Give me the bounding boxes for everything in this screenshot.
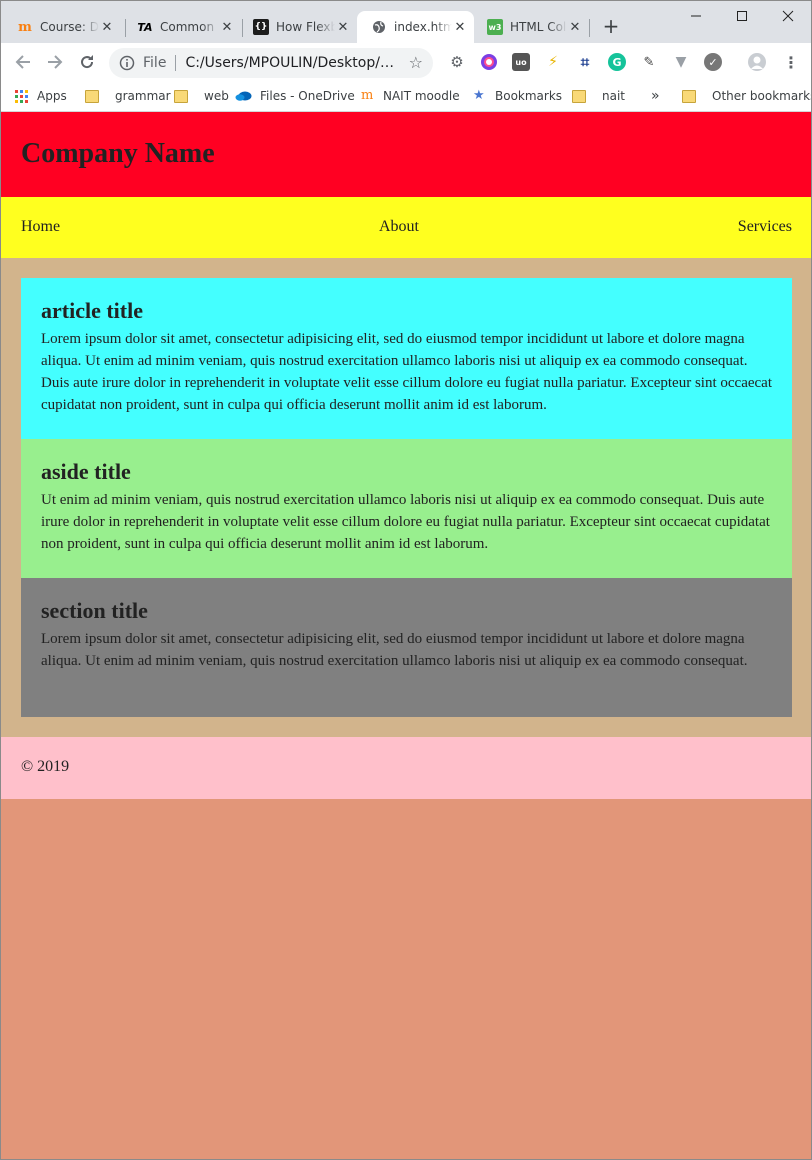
tab-title: Common [160, 20, 215, 34]
tab-separator [589, 19, 590, 37]
vue-extension-icon[interactable]: ▼ [672, 53, 690, 71]
lightning-extension-icon[interactable]: ⚡ [544, 53, 562, 71]
info-icon[interactable] [119, 55, 135, 71]
aside-text: Ut enim ad minim veniam, quis nostrud ex… [41, 492, 770, 552]
close-icon[interactable]: ✕ [99, 19, 115, 35]
page-viewport: Company Name Home About Services article… [1, 112, 811, 799]
color-picker-extension-icon[interactable] [480, 53, 498, 71]
main-content: article title Lorem ipsum dolor sit amet… [1, 258, 811, 737]
browser-window: m Course: D ✕ TA Common ✕ {} How Flexb ✕… [0, 0, 812, 1160]
braces-icon: {} [253, 19, 269, 35]
bookmark-label: nait [602, 89, 625, 103]
url-text[interactable]: C:/Users/MPOULIN/Desktop/flexbox/index.h… [185, 55, 401, 71]
address-bar[interactable]: File C:/Users/MPOULIN/Desktop/flexbox/in… [109, 48, 433, 78]
tab-title: Course: D [40, 20, 99, 34]
moodle-icon: m [361, 88, 374, 103]
tab-title: index.html [394, 20, 452, 34]
globe-icon [371, 19, 387, 35]
bookmark-bookmarks[interactable]: ★ Bookmarks [473, 86, 562, 106]
tab-title: How Flexb [276, 20, 335, 34]
folder-icon [572, 89, 586, 103]
close-icon[interactable]: ✕ [567, 19, 583, 35]
copyright-text: © 2019 [21, 758, 70, 775]
section-block: section title Lorem ipsum dolor sit amet… [21, 578, 792, 717]
folder-icon [682, 89, 696, 103]
crop-extension-icon[interactable]: ⌗ [576, 53, 594, 71]
bookmark-web[interactable]: web [174, 86, 229, 106]
tab-strip: m Course: D ✕ TA Common ✕ {} How Flexb ✕… [1, 1, 811, 43]
bookmark-label: Bookmarks [495, 89, 563, 103]
bookmark-grammar[interactable]: grammar [85, 86, 171, 106]
nav-link-home[interactable]: Home [21, 218, 60, 236]
bookmark-label: web [204, 89, 229, 103]
bookmark-nait-moodle[interactable]: m NAIT moodle [361, 86, 460, 106]
company-name: Company Name [21, 138, 215, 169]
close-icon[interactable]: ✕ [335, 19, 351, 35]
bookmark-label: Files - OneDrive [260, 89, 355, 103]
close-window-icon[interactable] [773, 5, 803, 27]
section-title: section title [41, 598, 148, 623]
eyedropper-extension-icon[interactable]: ✎ [640, 53, 658, 71]
site-footer: © 2019 [1, 737, 811, 799]
close-icon[interactable]: ✕ [219, 19, 235, 35]
aside-block: aside title Ut enim ad minim veniam, qui… [21, 439, 792, 578]
forward-arrow-icon[interactable] [43, 51, 67, 73]
menu-kebab-icon[interactable]: ⋮ [782, 53, 800, 72]
article-text: Lorem ipsum dolor sit amet, consectetur … [41, 331, 772, 413]
bookmark-apps[interactable]: Apps [15, 86, 67, 106]
tab-html-colors[interactable]: w3 HTML Col ✕ [473, 11, 589, 43]
close-icon[interactable]: ✕ [452, 19, 468, 35]
bookmark-nait[interactable]: nait [572, 86, 625, 106]
apps-grid-icon [15, 90, 29, 103]
bookmark-label: Apps [37, 89, 67, 103]
maximize-icon[interactable] [727, 5, 757, 27]
bookmark-label: grammar [115, 89, 171, 103]
w3-icon: w3 [487, 19, 503, 35]
tab-course[interactable]: m Course: D ✕ [3, 11, 121, 43]
article-title: article title [41, 298, 143, 323]
nav-link-services[interactable]: Services [738, 218, 792, 236]
onedrive-icon [235, 90, 252, 102]
folder-icon [174, 89, 188, 103]
article-block: article title Lorem ipsum dolor sit amet… [21, 278, 792, 439]
bookmark-star-icon[interactable]: ☆ [409, 53, 423, 72]
browser-toolbar: File C:/Users/MPOULIN/Desktop/flexbox/in… [1, 43, 811, 81]
url-scheme: File [143, 55, 167, 71]
new-tab-button[interactable]: + [599, 15, 623, 39]
other-bookmarks[interactable]: Other bookmarks [682, 86, 812, 106]
tab-common[interactable]: TA Common ✕ [123, 11, 241, 43]
grammarly-icon[interactable]: G [608, 53, 626, 71]
settings-extension-icon[interactable]: ⚙ [448, 53, 466, 71]
minimize-icon[interactable] [681, 5, 711, 27]
moodle-icon: m [18, 19, 32, 35]
aside-title: aside title [41, 459, 131, 484]
tab-how-flexbox[interactable]: {} How Flexb ✕ [239, 11, 357, 43]
site-header: Company Name [1, 112, 811, 197]
ta-icon: TA [137, 20, 153, 34]
bookmark-label: NAIT moodle [383, 89, 460, 103]
nav-link-about[interactable]: About [379, 218, 419, 236]
star-icon: ★ [473, 88, 485, 103]
omnibox-divider [175, 55, 177, 71]
bookmarks-overflow-button[interactable]: » [651, 86, 660, 106]
site-nav: Home About Services [1, 197, 811, 258]
ublock-icon[interactable]: uo [512, 53, 530, 71]
section-text: Lorem ipsum dolor sit amet, consectetur … [41, 631, 748, 669]
bookmarks-bar: Apps grammar web Files - OneDrive m NAIT… [1, 81, 811, 112]
reload-icon[interactable] [75, 51, 99, 73]
bookmark-label: Other bookmarks [712, 89, 812, 103]
checkmark-extension-icon[interactable]: ✓ [704, 53, 722, 71]
tab-index-html[interactable]: index.html ✕ [357, 11, 474, 43]
bookmark-onedrive[interactable]: Files - OneDrive [235, 86, 355, 106]
back-arrow-icon[interactable] [11, 51, 35, 73]
profile-avatar-icon[interactable] [748, 53, 766, 71]
tab-title: HTML Col [510, 20, 567, 34]
folder-icon [85, 89, 99, 103]
